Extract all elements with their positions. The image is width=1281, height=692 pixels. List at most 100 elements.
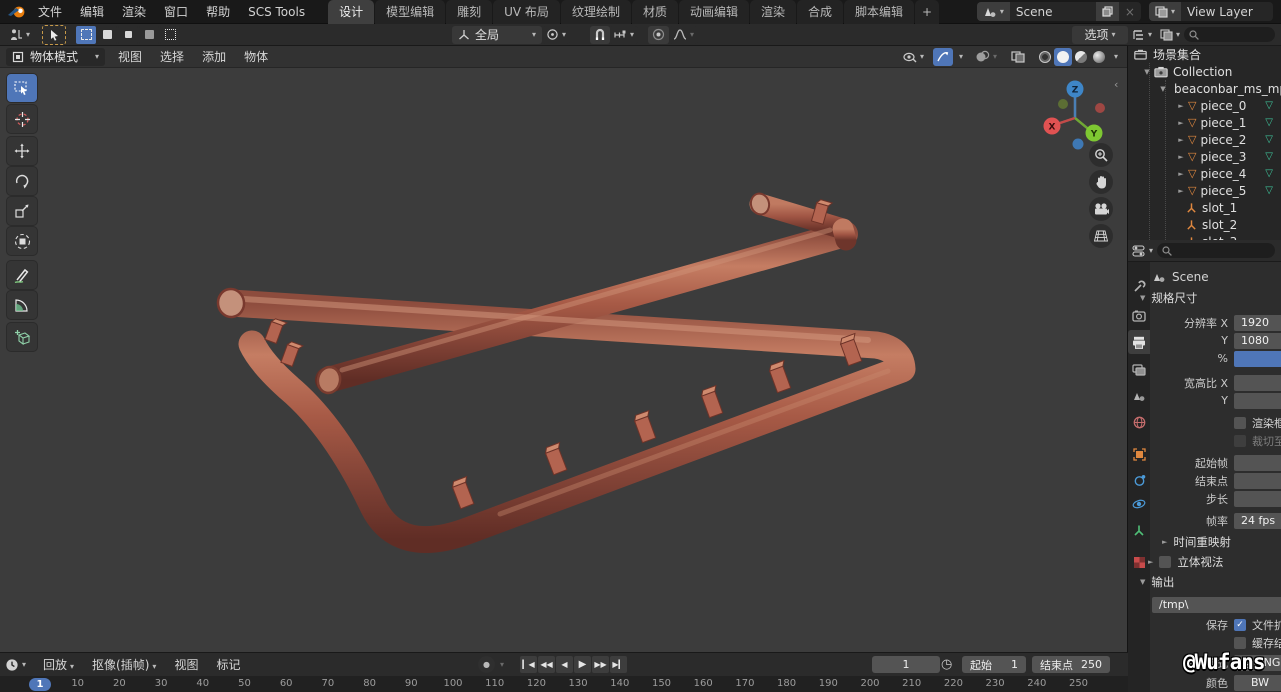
tool-transform[interactable] — [7, 227, 37, 255]
outliner-item-piece[interactable]: ► ▽ piece_5 ▽ — [1128, 182, 1281, 199]
outliner-item-slot[interactable]: slot_2 — [1128, 216, 1281, 233]
expand-icon[interactable]: ► — [1176, 153, 1186, 161]
tool-rotate[interactable] — [7, 167, 37, 195]
file-extensions-checkbox[interactable]: ✓ — [1234, 619, 1246, 631]
outliner-search-input[interactable] — [1184, 27, 1275, 42]
editor-type-timeline-button[interactable]: ▾ — [5, 658, 26, 672]
workspace-tab[interactable]: 合成 — [797, 0, 843, 24]
timeline-view-menu[interactable]: 视图 — [165, 656, 207, 673]
tab-view-layer[interactable] — [1128, 358, 1150, 382]
blender-logo-icon[interactable] — [7, 4, 27, 20]
topbar-menu-item[interactable]: 文件 — [29, 0, 71, 24]
frame-step-field[interactable] — [1234, 491, 1281, 507]
tool-cursor[interactable] — [7, 105, 37, 133]
tab-render[interactable] — [1128, 304, 1150, 328]
section-stereoscopy[interactable]: ► 立体视法 — [1148, 554, 1223, 570]
transform-orientation-dropdown[interactable]: 全局 ▾ — [452, 26, 542, 44]
frame-start-field[interactable]: 起始 1 — [962, 656, 1026, 673]
expand-icon[interactable]: ► — [1176, 170, 1186, 178]
select-mode-new[interactable] — [76, 26, 96, 44]
properties-search-input[interactable] — [1157, 243, 1275, 258]
timeline-ruler[interactable]: 1 10203040506070809010011012013014015016… — [0, 676, 1128, 692]
topbar-menu-item[interactable]: 渲染 — [113, 0, 155, 24]
play-reverse-button[interactable]: ◀ — [556, 656, 573, 673]
workspace-tab[interactable]: 设计 — [328, 0, 374, 24]
resolution-percent-slider[interactable] — [1234, 351, 1281, 367]
new-scene-button[interactable] — [1096, 2, 1119, 21]
gizmos-toggle[interactable] — [933, 48, 953, 66]
editor-type-3dview-button[interactable]: ▾ — [5, 26, 34, 44]
outliner-item-piece[interactable]: ► ▽ piece_4 ▽ — [1128, 165, 1281, 182]
pivot-point-dropdown[interactable]: ▾ — [542, 26, 570, 44]
outliner-item-slot-partial[interactable]: slot_3 — [1128, 233, 1281, 240]
tool-annotate[interactable] — [7, 261, 37, 289]
options-dropdown[interactable]: 选项 ▾ — [1072, 26, 1128, 44]
outliner-item-slot[interactable]: slot_1 — [1128, 199, 1281, 216]
shading-rendered-button[interactable] — [1090, 48, 1108, 66]
current-frame-field[interactable]: 1 — [872, 656, 940, 673]
next-keyframe-button[interactable]: ▶▶ — [592, 656, 609, 673]
outliner-item-piece[interactable]: ► ▽ piece_2 ▽ — [1128, 131, 1281, 148]
active-tool-select-box[interactable] — [42, 25, 66, 45]
select-mode-invert[interactable] — [139, 26, 159, 44]
workspace-tab[interactable]: 材质 — [632, 0, 678, 24]
tab-texture[interactable] — [1128, 550, 1150, 574]
expand-icon[interactable]: ► — [1176, 102, 1186, 110]
outliner-item-beaconbar[interactable]: ▼ beaconbar_ms_mp3 — [1128, 80, 1281, 97]
frame-start-field[interactable] — [1234, 455, 1281, 471]
outliner-item-collection[interactable]: ▼ Collection — [1128, 63, 1281, 80]
snap-toggle-button[interactable] — [590, 26, 610, 44]
overlays-toggle[interactable]: ▾ — [972, 48, 1000, 66]
viewport-menu-item[interactable]: 添加 — [193, 48, 235, 65]
expand-icon[interactable]: ► — [1176, 136, 1186, 144]
mesh-data-icon[interactable]: ▽ — [1265, 134, 1273, 145]
tab-object-data[interactable] — [1128, 518, 1150, 542]
timeline-marker-menu[interactable]: 标记 — [207, 656, 249, 673]
topbar-menu-item[interactable]: 窗口 — [155, 0, 197, 24]
tool-measure[interactable] — [7, 291, 37, 319]
current-frame-badge[interactable]: 1 — [29, 678, 51, 691]
resolution-y-field[interactable]: 1080 — [1234, 333, 1281, 349]
frame-end-field[interactable] — [1234, 473, 1281, 489]
editor-type-properties-button[interactable]: ▾ — [1132, 245, 1153, 257]
render-region-checkbox[interactable] — [1234, 417, 1246, 429]
section-output[interactable]: ▼ 输出 — [1140, 574, 1174, 590]
outliner-display-mode-button[interactable]: ▾ — [1160, 29, 1180, 41]
gizmo-minus-x[interactable] — [1095, 103, 1105, 113]
editor-type-outliner-button[interactable]: ▾ — [1132, 29, 1152, 41]
auto-keying-button[interactable]: ● — [478, 656, 495, 673]
expand-icon[interactable]: ► — [1176, 119, 1186, 127]
tab-constraints[interactable] — [1128, 468, 1150, 492]
add-workspace-button[interactable]: + — [915, 0, 939, 24]
playback-menu[interactable]: 回放▾ — [34, 656, 83, 673]
zoom-button[interactable] — [1089, 143, 1113, 167]
mode-dropdown[interactable]: 物体模式 ▾ — [6, 48, 105, 66]
tab-world[interactable] — [1128, 410, 1150, 434]
workspace-tab[interactable]: 渲染 — [750, 0, 796, 24]
output-path-field[interactable]: /tmp\ — [1152, 597, 1281, 613]
selectability-dropdown[interactable]: ▾ — [900, 48, 927, 66]
viewport-menu-item[interactable]: 视图 — [109, 48, 151, 65]
tab-scene[interactable] — [1128, 384, 1150, 408]
tool-add-cube[interactable] — [7, 323, 37, 351]
tab-output[interactable] — [1128, 330, 1150, 354]
workspace-tab[interactable]: UV 布局 — [493, 0, 560, 24]
jump-to-start-button[interactable]: ▎◀ — [520, 656, 537, 673]
topbar-menu-item[interactable]: SCS Tools — [239, 0, 314, 24]
delete-scene-button[interactable]: × — [1119, 2, 1141, 21]
pan-hand-button[interactable] — [1089, 170, 1113, 194]
view-layer-name[interactable]: View Layer — [1181, 2, 1273, 21]
snap-settings-dropdown[interactable]: ▾ — [610, 26, 638, 44]
expand-icon[interactable]: ▼ — [1142, 68, 1152, 76]
view-layer-browse-button[interactable]: ▾ — [1149, 2, 1181, 21]
gizmo-minus-z[interactable] — [1073, 139, 1084, 150]
outliner-item-piece[interactable]: ► ▽ piece_3 ▽ — [1128, 148, 1281, 165]
perspective-grid-button[interactable] — [1089, 224, 1113, 248]
mesh-data-icon[interactable]: ▽ — [1265, 100, 1273, 111]
aspect-y-field[interactable] — [1234, 393, 1281, 409]
gizmo-minus-y[interactable] — [1058, 99, 1068, 109]
shading-wireframe-button[interactable] — [1036, 48, 1054, 66]
mesh-data-icon[interactable]: ▽ — [1265, 168, 1273, 179]
workspace-tab[interactable]: 脚本编辑 — [844, 0, 914, 24]
tab-physics[interactable] — [1128, 492, 1150, 516]
